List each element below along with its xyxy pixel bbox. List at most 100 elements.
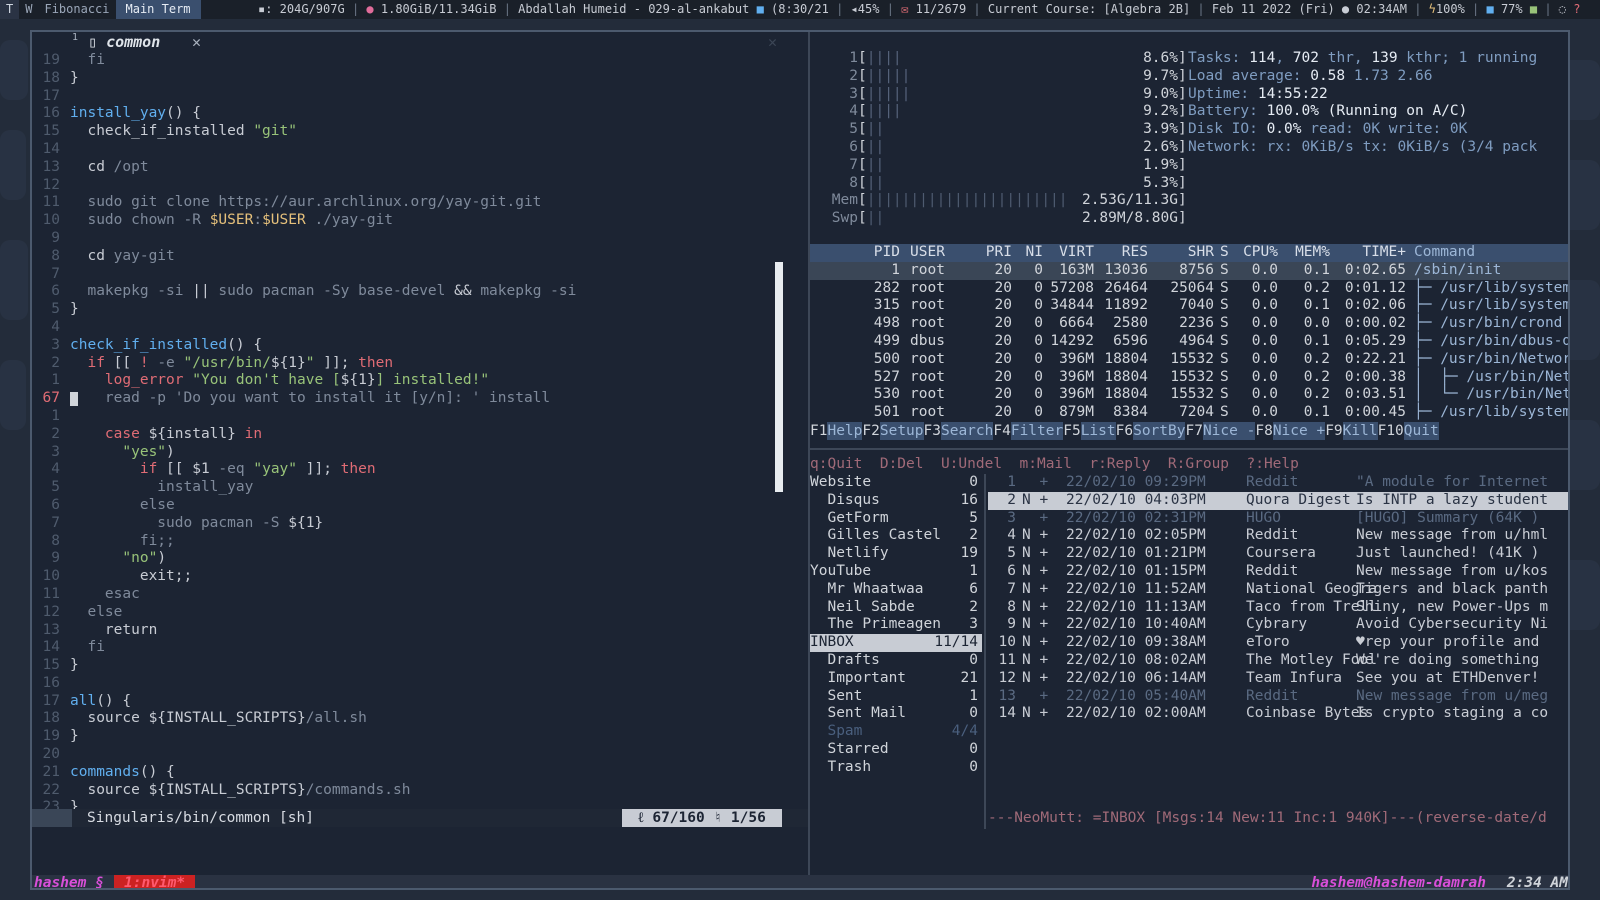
process-table-header[interactable]: PID USER PRI NI VIRT RES SHR S CPU% MEM% TIME+ Comm…: [810, 244, 1568, 262]
process-row[interactable]: 499 dbus 20 0 14292 6596 4964 S 0.0 0.1 0:05.29 ├─ …: [810, 333, 1568, 351]
message-row[interactable]: 10 N + 22/02/10 09:38AM eToro ♥rep your prof…: [988, 634, 1568, 652]
code-line[interactable]: 4: [32, 319, 808, 337]
code-line[interactable]: 18 source ${INSTALL_SCRIPTS}/all.sh: [32, 710, 808, 728]
mailbox-item[interactable]: INBOX 11/14: [810, 634, 982, 652]
code-line[interactable]: 15 check_if_installed "git": [32, 123, 808, 141]
code-line[interactable]: 8 cd yay-git: [32, 248, 808, 266]
fkey-f1[interactable]: F1: [810, 422, 827, 440]
fkey-label[interactable]: Quit: [1403, 422, 1439, 440]
message-row[interactable]: 7N +22/02/10 11:52AM National Geogra Tiger…: [988, 581, 1568, 599]
column-header-user[interactable]: USER: [910, 244, 945, 262]
column-header-mem[interactable]: MEM%: [1282, 244, 1330, 262]
code-line[interactable]: 3 "yes"): [32, 444, 808, 462]
code-line[interactable]: 17 all() {: [32, 693, 808, 711]
message-row[interactable]: 12 N + 22/02/10 06:14AM Team Infura See you …: [988, 670, 1568, 688]
process-row[interactable]: 498 root 20 0 6664 2580 2236 S 0.0 0.0 0:00.02 ├─ /…: [810, 315, 1568, 333]
mailbox-item[interactable]: YouTube 1: [810, 563, 982, 581]
column-header-time[interactable]: TIME+: [1336, 244, 1406, 262]
fkey-label[interactable]: Help: [827, 422, 863, 440]
process-row[interactable]: 500 root 20 0 396M 18804 15532 S 0.0 0.2 0:22.21 ├─…: [810, 351, 1568, 369]
mailbox-item[interactable]: The Primeagen 3: [810, 616, 982, 634]
mailbox-item[interactable]: Sent Mail 0: [810, 705, 982, 723]
code-line[interactable]: 22 source ${INSTALL_SCRIPTS}/commands.sh: [32, 782, 808, 800]
code-line[interactable]: 16: [32, 675, 808, 693]
column-header-res[interactable]: RES: [1100, 244, 1148, 262]
power-icon[interactable]: ◌: [1559, 2, 1566, 16]
mailbox-item[interactable]: Trash 0: [810, 759, 982, 777]
fkey-label[interactable]: Setup: [879, 422, 924, 440]
code-line[interactable]: 2 if [[ ! -e "/usr/bin/${1}" ]]; then: [32, 355, 808, 373]
mailbox-item[interactable]: GetForm 5: [810, 510, 982, 528]
process-row[interactable]: 530 root 20 0 396M 18804 15532 S 0.0 0.2 0:03.51 │ …: [810, 386, 1568, 404]
code-line[interactable]: 5}: [32, 301, 808, 319]
tmux-window-nvim[interactable]: 1:nvim*: [114, 875, 196, 888]
help-icon[interactable]: ?: [1573, 2, 1580, 16]
fkey-label[interactable]: Filter: [1010, 422, 1064, 440]
code-line[interactable]: 9 "no"): [32, 550, 808, 568]
code-line[interactable]: 10 sudo chown -R $USER:$USER ./yay-git: [32, 212, 808, 230]
message-row[interactable]: 5 N + 22/02/10 01:21PM Coursera Just launche…: [988, 545, 1568, 563]
mailbox-item[interactable]: Website 0: [810, 474, 982, 492]
column-header-cmd[interactable]: Command: [1414, 244, 1475, 262]
code-line[interactable]: 15}: [32, 657, 808, 675]
column-header-s[interactable]: S: [1220, 244, 1229, 262]
fkey-f3[interactable]: F3: [924, 422, 941, 440]
close-buffer-icon[interactable]: ✕: [768, 32, 777, 52]
mailbox-item[interactable]: Drafts 0: [810, 652, 982, 670]
code-buffer[interactable]: 19 fi 18} 17 16 install_yay() {15 check_if_i…: [32, 52, 808, 817]
code-line[interactable]: 16 install_yay() {: [32, 105, 808, 123]
tab-common[interactable]: ▯ common: [88, 32, 160, 52]
fkey-label[interactable]: SortBy: [1133, 422, 1186, 440]
code-line[interactable]: 18}: [32, 70, 808, 88]
code-line[interactable]: 14 fi: [32, 639, 808, 657]
column-header-pri[interactable]: PRI: [970, 244, 1012, 262]
column-header-shr[interactable]: SHR: [1154, 244, 1214, 262]
mailbox-item[interactable]: Gilles Castel 2: [810, 527, 982, 545]
editor-scrollbar[interactable]: [775, 262, 783, 492]
code-line[interactable]: 6 makepkg -si || sudo pacman -Sy base-de…: [32, 283, 808, 301]
column-header-ni[interactable]: NI: [1015, 244, 1043, 262]
workspace-0[interactable]: T: [0, 0, 20, 19]
code-line[interactable]: 13 return: [32, 622, 808, 640]
process-row[interactable]: 501 root 20 0 879M 8384 7204 S 0.0 0.1 0:00.45 ├─ /…: [810, 404, 1568, 422]
message-row[interactable]: 1 +22/02/10 09:29PM Reddit "A module for I…: [988, 474, 1568, 492]
code-line[interactable]: 6 else: [32, 497, 808, 515]
fkey-f7[interactable]: F7: [1185, 422, 1202, 440]
workspace-1[interactable]: W: [19, 0, 38, 19]
code-line[interactable]: 1 log_error "You don't have [${1}] insta…: [32, 372, 808, 390]
code-line[interactable]: 11 esac: [32, 586, 808, 604]
code-line[interactable]: 9: [32, 230, 808, 248]
mailbox-item[interactable]: Mr Whaatwaa 6: [810, 581, 982, 599]
fkey-label[interactable]: List: [1080, 422, 1116, 440]
neovim-pane[interactable]: 1 ▯ common ✕ ✕ 19 fi 18} 17 16 install_yay()…: [32, 32, 808, 875]
mailbox-item[interactable]: Netlify 19: [810, 545, 982, 563]
right-pane[interactable]: 1[|||| 8.6%] Tasks: 114, 702 thr, 139 kthr…: [810, 32, 1568, 875]
message-row[interactable]: 14 N + 22/02/10 02:00AM Coinbase Bytes Is cr…: [988, 705, 1568, 723]
mutt-sidebar[interactable]: Website 0 Disqus 16 GetForm 5 Gilles Castel…: [810, 474, 982, 777]
horizontal-split[interactable]: [810, 448, 1568, 450]
process-row[interactable]: 1 root 20 0 163M 13036 8756 S 0.0 0.1 0:02.65/sbin…: [810, 261, 1568, 280]
code-line[interactable]: 19}: [32, 728, 808, 746]
fkey-label[interactable]: Kill: [1342, 422, 1378, 440]
fkey-f6[interactable]: F6: [1116, 422, 1133, 440]
column-header-cpu[interactable]: CPU%: [1230, 244, 1278, 262]
fkey-f10[interactable]: F10: [1378, 422, 1404, 440]
process-row[interactable]: 282 root 20 0 57208 26464 25064 S 0.0 0.2 0:01.12 ├…: [810, 280, 1568, 298]
code-line[interactable]: 5 install_yay: [32, 479, 808, 497]
code-line[interactable]: 13 cd /opt: [32, 159, 808, 177]
code-line[interactable]: 7 sudo pacman -S ${1}: [32, 515, 808, 533]
mailbox-item[interactable]: Disqus 16: [810, 492, 982, 510]
column-header-pid[interactable]: PID: [810, 244, 900, 262]
code-line[interactable]: 2 case ${install} in: [32, 426, 808, 444]
fkey-label[interactable]: Nice +: [1272, 422, 1326, 440]
message-row[interactable]: 6 N + 22/02/10 01:15PM Reddit New message fr…: [988, 563, 1568, 581]
message-row[interactable]: 8N +22/02/10 11:13AM Taco from Trell Shiny…: [988, 599, 1568, 617]
fkey-f4[interactable]: F4: [993, 422, 1010, 440]
mailbox-item[interactable]: Sent 1: [810, 688, 982, 706]
code-line[interactable]: 12 else: [32, 604, 808, 622]
code-line[interactable]: 1: [32, 408, 808, 426]
fkey-label[interactable]: Search: [940, 422, 994, 440]
mailbox-item[interactable]: Neil Sabde 2: [810, 599, 982, 617]
workspace-3[interactable]: Main Term: [115, 0, 201, 19]
code-line[interactable]: 8 fi;;: [32, 533, 808, 551]
